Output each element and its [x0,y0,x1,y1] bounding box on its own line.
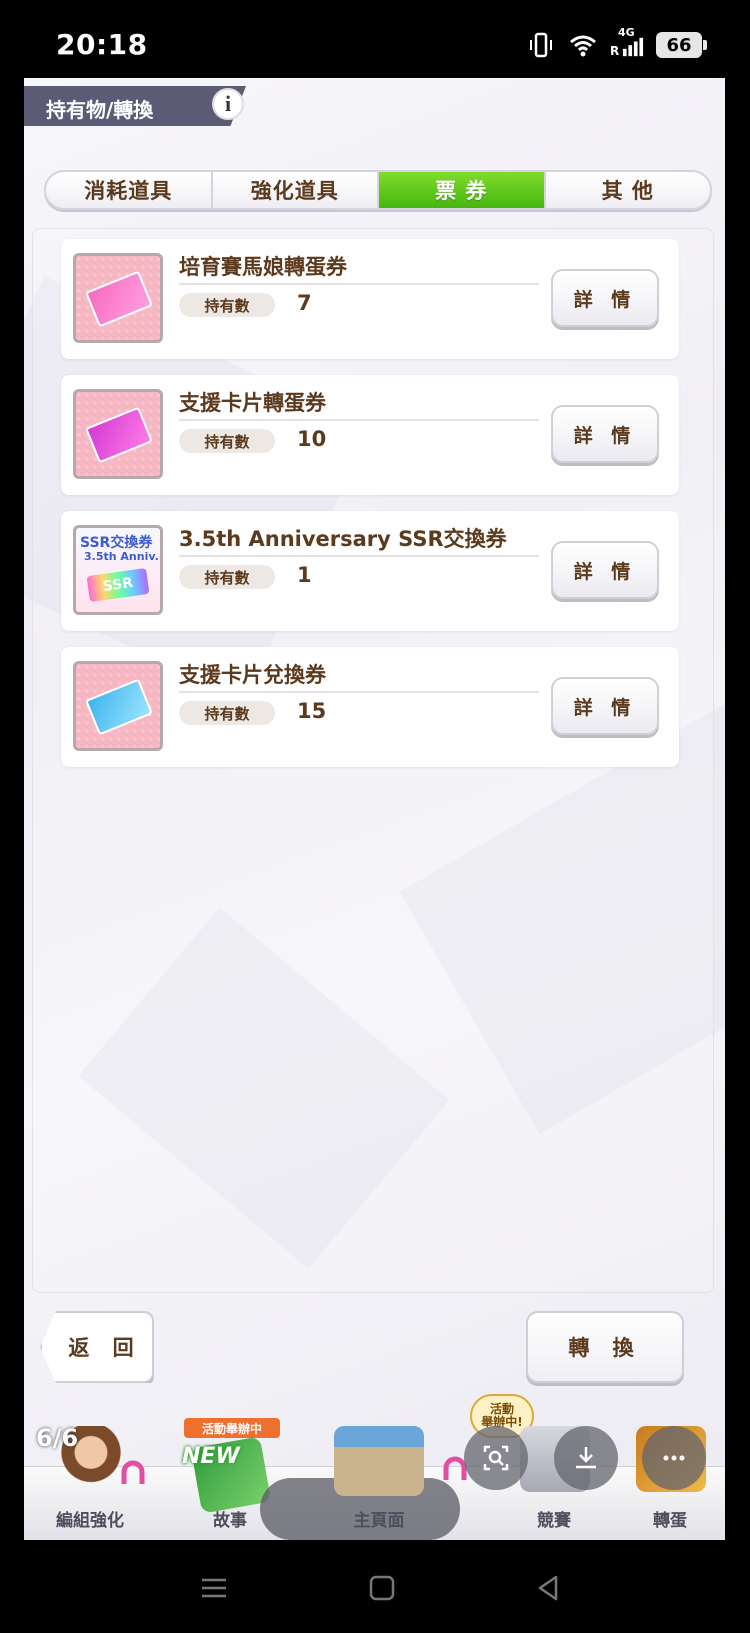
detail-button[interactable]: 詳 情 [551,677,659,735]
vibrate-icon [530,32,552,58]
category-tabs: 消耗道具 強化道具 票 券 其 他 [44,170,712,210]
pink-ticket-icon [73,253,163,343]
page-title: 持有物/轉換 [46,98,154,122]
roaming-indicator: R [610,44,620,58]
quantity-label: 持有數 [179,429,275,453]
nav-item-home[interactable]: 主頁面 [304,1418,454,1540]
list-item: 培育賽馬娘轉蛋券 持有數 7 詳 情 [61,239,679,359]
quantity-label: 持有數 [179,565,275,589]
divider [179,419,539,421]
detail-button[interactable]: 詳 情 [551,269,659,327]
quantity-value: 7 [297,291,312,315]
back-button[interactable]: 返 回 [40,1311,154,1383]
detail-button[interactable]: 詳 情 [551,405,659,463]
item-name: 支援卡片轉蛋券 [179,391,326,415]
nav-label: 編組強化 [56,1511,124,1531]
tab-consumables[interactable]: 消耗道具 [46,172,213,208]
item-name: 支援卡片兌換券 [179,663,326,687]
page-counter: 6/6 [36,1424,79,1452]
item-name: 3.5th Anniversary SSR交換券 [179,527,507,551]
school-building-icon [334,1426,424,1496]
lens-search-button[interactable] [464,1426,528,1490]
home-icon[interactable] [364,1570,400,1606]
new-badge: NEW [182,1444,240,1469]
blue-ticket-icon [73,661,163,751]
cellular-signal-icon: 4G R [610,26,644,60]
list-item: 支援卡片兌換券 持有數 15 詳 情 [61,647,679,767]
quantity-value: 10 [297,427,327,451]
divider [179,555,539,557]
item-list-panel: 培育賽馬娘轉蛋券 持有數 7 詳 情 支援卡片轉蛋券 持有數 10 詳 情 SS… [32,228,714,1293]
back-icon[interactable] [530,1570,566,1606]
status-bar: 20:18 4G R 66 [0,0,750,78]
lens-icon [483,1445,509,1471]
ssr-ticket-icon: SSR交換券 3.5th Anniv. SSR [73,525,163,615]
status-time: 20:18 [56,28,148,61]
nav-label: 競賽 [537,1511,571,1531]
divider [179,691,539,693]
menu-icon[interactable] [196,1570,232,1606]
more-button[interactable] [642,1426,706,1490]
download-icon [576,1447,596,1469]
magenta-ticket-icon [73,389,163,479]
bottom-nav: 編組強化 活動舉辦中 故事 NEW 主頁面 活動 舉辦中! 競賽 轉蛋 [24,1394,725,1540]
quantity-label: 持有數 [179,293,275,317]
item-name: 培育賽馬娘轉蛋券 [179,255,347,279]
quantity-value: 1 [297,563,312,587]
list-item: 支援卡片轉蛋券 持有數 10 詳 情 [61,375,679,495]
battery-indicator: 66 [656,32,707,58]
info-button[interactable]: i [212,88,244,120]
detail-button[interactable]: 詳 情 [551,541,659,599]
quantity-label: 持有數 [179,701,275,725]
more-icon [663,1455,685,1461]
app-screen: 持有物/轉換 i 消耗道具 強化道具 票 券 其 他 培育賽馬娘轉蛋券 持有數 … [24,78,725,1540]
status-icons: 4G R 66 [526,26,707,60]
quantity-value: 15 [297,699,327,723]
list-item: SSR交換券 3.5th Anniv. SSR 3.5th Anniversar… [61,511,679,631]
download-button[interactable] [554,1426,618,1490]
info-icon: i [224,91,232,116]
divider [179,283,539,285]
tab-enhancement[interactable]: 強化道具 [213,172,379,208]
nav-label: 主頁面 [353,1511,405,1531]
tab-tickets[interactable]: 票 券 [379,172,546,208]
tab-others[interactable]: 其 他 [546,172,711,208]
horseshoe-icon [121,1460,145,1484]
wifi-icon [570,35,596,57]
system-nav-bar [0,1540,750,1633]
exchange-button[interactable]: 轉 換 [526,1311,684,1383]
nav-label: 轉蛋 [653,1511,687,1531]
